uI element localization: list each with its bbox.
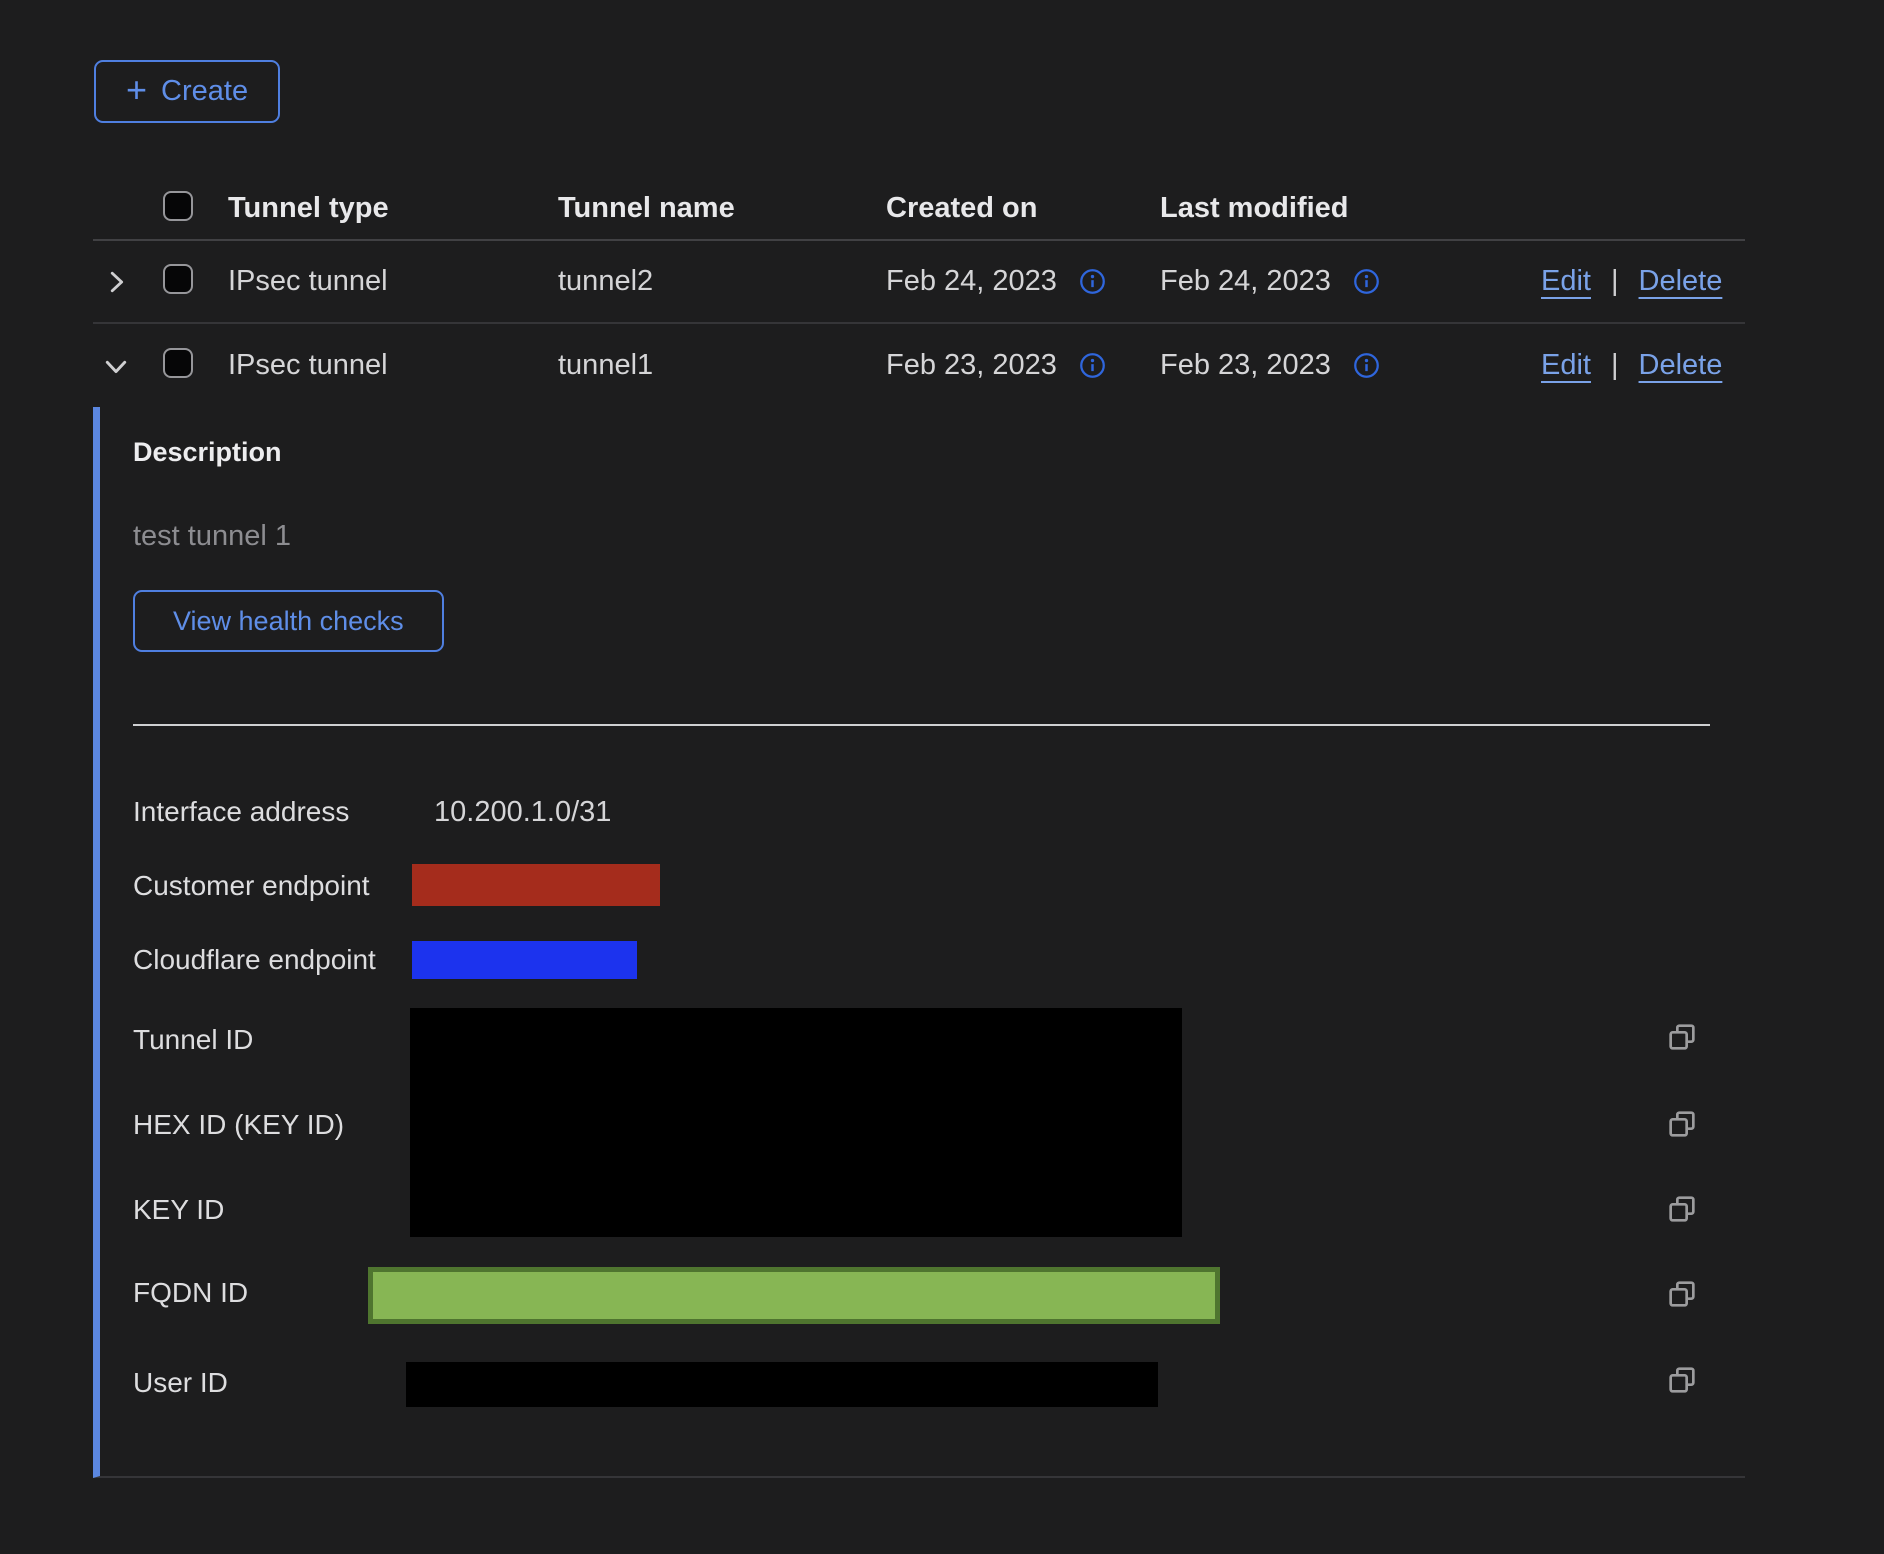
description-label: Description	[133, 437, 282, 468]
fqdn-id-label: FQDN ID	[133, 1276, 248, 1310]
expand-chevron-right-icon[interactable]	[101, 267, 131, 297]
last-modified-cell: Feb 24, 2023	[1160, 265, 1331, 298]
action-separator: |	[1611, 349, 1619, 382]
fqdn-id-redacted-value	[368, 1267, 1220, 1324]
info-icon[interactable]	[1353, 352, 1380, 379]
tunnel-detail-panel: Description test tunnel 1 View health ch…	[93, 407, 1745, 1478]
user-id-label: User ID	[133, 1366, 228, 1400]
created-on-cell: Feb 24, 2023	[886, 265, 1057, 298]
table-row: IPsec tunnel tunnel1 Feb 23, 2023 Feb 23…	[93, 324, 1745, 407]
tunnel-name-cell: tunnel2	[558, 265, 886, 298]
description-value: test tunnel 1	[133, 520, 291, 553]
view-health-checks-button[interactable]: View health checks	[133, 590, 444, 652]
action-separator: |	[1611, 265, 1619, 298]
tunnel-type-cell: IPsec tunnel	[228, 265, 558, 298]
collapse-chevron-down-icon[interactable]	[101, 351, 131, 381]
hex-id-label: HEX ID (KEY ID)	[133, 1108, 344, 1142]
copy-hex-id-icon[interactable]	[1666, 1108, 1698, 1140]
copy-key-id-icon[interactable]	[1666, 1193, 1698, 1225]
tunnel-id-label: Tunnel ID	[133, 1023, 253, 1057]
info-icon[interactable]	[1079, 352, 1106, 379]
created-on-cell: Feb 23, 2023	[886, 349, 1057, 382]
tunnels-table: Tunnel type Tunnel name Created on Last …	[93, 178, 1745, 407]
table-header-row: Tunnel type Tunnel name Created on Last …	[93, 178, 1745, 241]
header-tunnel-type: Tunnel type	[228, 192, 558, 225]
tunnel-type-cell: IPsec tunnel	[228, 349, 558, 382]
copy-user-id-icon[interactable]	[1666, 1364, 1698, 1396]
key-id-label: KEY ID	[133, 1193, 224, 1227]
customer-endpoint-redacted-value	[412, 864, 660, 906]
interface-address-label: Interface address	[133, 795, 349, 829]
delete-link[interactable]: Delete	[1639, 265, 1723, 298]
tunnel-id-group-redacted-value	[410, 1008, 1182, 1237]
table-row: IPsec tunnel tunnel2 Feb 24, 2023 Feb 24…	[93, 241, 1745, 324]
plus-icon: +	[126, 72, 147, 108]
info-icon[interactable]	[1353, 268, 1380, 295]
create-button[interactable]: + Create	[94, 60, 280, 123]
header-last-modified: Last modified	[1160, 192, 1541, 225]
interface-address-value: 10.200.1.0/31	[434, 795, 611, 829]
cloudflare-endpoint-redacted-value	[412, 941, 637, 979]
tunnels-page: + Create Tunnel type Tunnel name Created…	[0, 0, 1884, 1554]
copy-tunnel-id-icon[interactable]	[1666, 1021, 1698, 1053]
delete-link[interactable]: Delete	[1639, 349, 1723, 382]
create-button-label: Create	[161, 75, 248, 108]
customer-endpoint-label: Customer endpoint	[133, 869, 370, 903]
cloudflare-endpoint-label: Cloudflare endpoint	[133, 943, 376, 977]
select-row-checkbox[interactable]	[163, 348, 193, 378]
header-created-on: Created on	[886, 192, 1160, 225]
select-row-checkbox[interactable]	[163, 264, 193, 294]
select-all-checkbox[interactable]	[163, 191, 193, 221]
copy-fqdn-id-icon[interactable]	[1666, 1278, 1698, 1310]
user-id-redacted-value	[406, 1362, 1158, 1407]
section-divider	[133, 724, 1710, 726]
edit-link[interactable]: Edit	[1541, 265, 1591, 298]
last-modified-cell: Feb 23, 2023	[1160, 349, 1331, 382]
header-tunnel-name: Tunnel name	[558, 192, 886, 225]
edit-link[interactable]: Edit	[1541, 349, 1591, 382]
info-icon[interactable]	[1079, 268, 1106, 295]
tunnel-name-cell: tunnel1	[558, 349, 886, 382]
